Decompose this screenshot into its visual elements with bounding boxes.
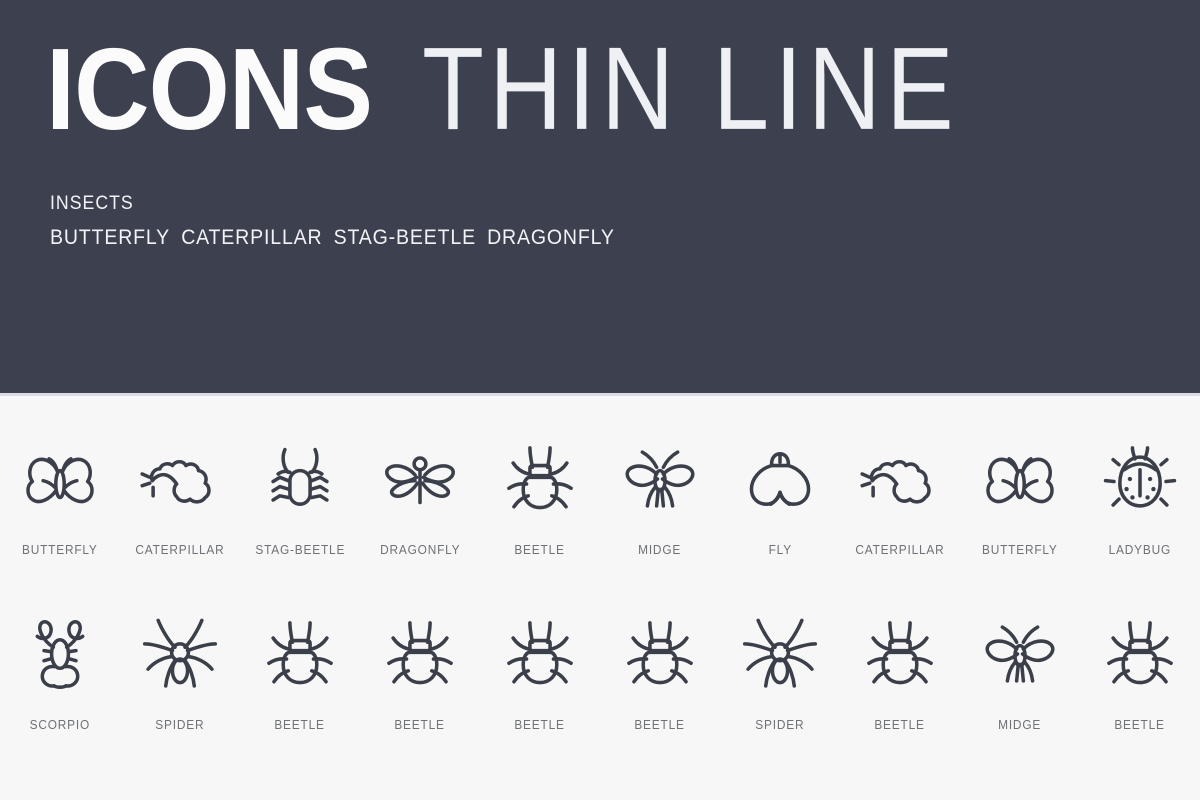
icon-cell[interactable]: BEETLE — [1080, 606, 1200, 781]
icon-cell[interactable]: BEETLE — [600, 606, 720, 781]
beetle-icon[interactable] — [372, 606, 468, 702]
icon-label: BEETLE — [874, 718, 926, 732]
icon-label: BEETLE — [274, 718, 326, 732]
icon-label: BUTTERFLY — [22, 543, 98, 557]
keywords-label: BUTTERFLY CATERPILLAR STAG-BEETLE DRAGONFLY — [50, 226, 626, 250]
beetle-icon[interactable] — [612, 606, 708, 702]
icon-set-page: ICONS THIN LINE INSECTS BUTTERFLY CATERPI… — [0, 0, 1200, 800]
icon-label: STAG-BEETLE — [255, 543, 345, 557]
title-bold-word: ICONS — [46, 24, 373, 154]
icon-cell[interactable]: SCORPIO — [0, 606, 120, 781]
icon-cell[interactable]: SPIDER — [120, 606, 240, 781]
icon-cell[interactable]: BEETLE — [240, 606, 360, 781]
beetle-icon[interactable] — [252, 606, 348, 702]
icon-cell[interactable]: LADYBUG — [1080, 431, 1200, 606]
beetle-icon[interactable] — [852, 606, 948, 702]
icon-label: BEETLE — [634, 718, 686, 732]
icon-label: LADYBUG — [1108, 543, 1172, 557]
butterfly-icon[interactable] — [972, 431, 1068, 527]
icon-label: MIDGE — [998, 718, 1042, 732]
icon-label: BEETLE — [514, 718, 566, 732]
caterpillar-icon[interactable] — [132, 431, 228, 527]
icon-row-1: BUTTERFLY CATERPILLAR STAG-BEETLE DRAGON… — [0, 431, 1200, 606]
spider-icon[interactable] — [132, 606, 228, 702]
midge-icon[interactable] — [972, 606, 1068, 702]
icon-grid: BUTTERFLY CATERPILLAR STAG-BEETLE DRAGON… — [0, 399, 1200, 800]
icon-cell[interactable]: BUTTERFLY — [960, 431, 1080, 606]
header-banner: ICONS THIN LINE INSECTS BUTTERFLY CATERPI… — [0, 0, 1200, 396]
icon-label: BEETLE — [1114, 718, 1166, 732]
icon-label: CATERPILLAR — [855, 543, 945, 557]
midge-icon[interactable] — [612, 431, 708, 527]
icon-label: DRAGONFLY — [379, 543, 461, 557]
icon-cell[interactable]: BEETLE — [360, 606, 480, 781]
keyword-butterfly: BUTTERFLY — [50, 226, 171, 249]
fly-icon[interactable] — [732, 431, 828, 527]
icon-cell[interactable]: BEETLE — [480, 431, 600, 606]
icon-label: CATERPILLAR — [135, 543, 225, 557]
scorpio-icon[interactable] — [12, 606, 108, 702]
icon-cell[interactable]: BEETLE — [480, 606, 600, 781]
icon-label: BEETLE — [394, 718, 446, 732]
icon-cell[interactable]: SPIDER — [720, 606, 840, 781]
icon-row-2: SCORPIO SPIDER BEETLE BEETLE BEETLE BEET… — [0, 606, 1200, 781]
beetle-icon[interactable] — [492, 431, 588, 527]
icon-cell[interactable]: MIDGE — [960, 606, 1080, 781]
caterpillar-icon[interactable] — [852, 431, 948, 527]
title-thin-word: THIN LINE — [422, 23, 960, 155]
ladybug-icon[interactable] — [1092, 431, 1188, 527]
icon-cell[interactable]: BEETLE — [840, 606, 960, 781]
keyword-caterpillar: CATERPILLAR — [181, 226, 323, 249]
dragonfly-icon[interactable] — [372, 431, 468, 527]
category-label: INSECTS — [50, 193, 134, 214]
icon-cell[interactable]: DRAGONFLY — [360, 431, 480, 606]
beetle-icon[interactable] — [1092, 606, 1188, 702]
spider-icon[interactable] — [732, 606, 828, 702]
keyword-dragonfly: DRAGONFLY — [487, 226, 615, 249]
icon-cell[interactable]: CATERPILLAR — [840, 431, 960, 606]
icon-label: SPIDER — [155, 718, 205, 732]
icon-label: FLY — [768, 543, 792, 557]
icon-label: SPIDER — [755, 718, 805, 732]
icon-cell[interactable]: STAG-BEETLE — [240, 431, 360, 606]
keyword-stag-beetle: STAG-BEETLE — [333, 226, 476, 249]
icon-cell[interactable]: BUTTERFLY — [0, 431, 120, 606]
icon-cell[interactable]: MIDGE — [600, 431, 720, 606]
icon-label: BEETLE — [514, 543, 566, 557]
icon-label: MIDGE — [638, 543, 682, 557]
stag-beetle-icon[interactable] — [252, 431, 348, 527]
icon-cell[interactable]: FLY — [720, 431, 840, 606]
butterfly-icon[interactable] — [12, 431, 108, 527]
page-title: ICONS THIN LINE — [46, 30, 1166, 150]
icon-cell[interactable]: CATERPILLAR — [120, 431, 240, 606]
icon-label: SCORPIO — [29, 718, 91, 732]
icon-label: BUTTERFLY — [982, 543, 1058, 557]
beetle-icon[interactable] — [492, 606, 588, 702]
